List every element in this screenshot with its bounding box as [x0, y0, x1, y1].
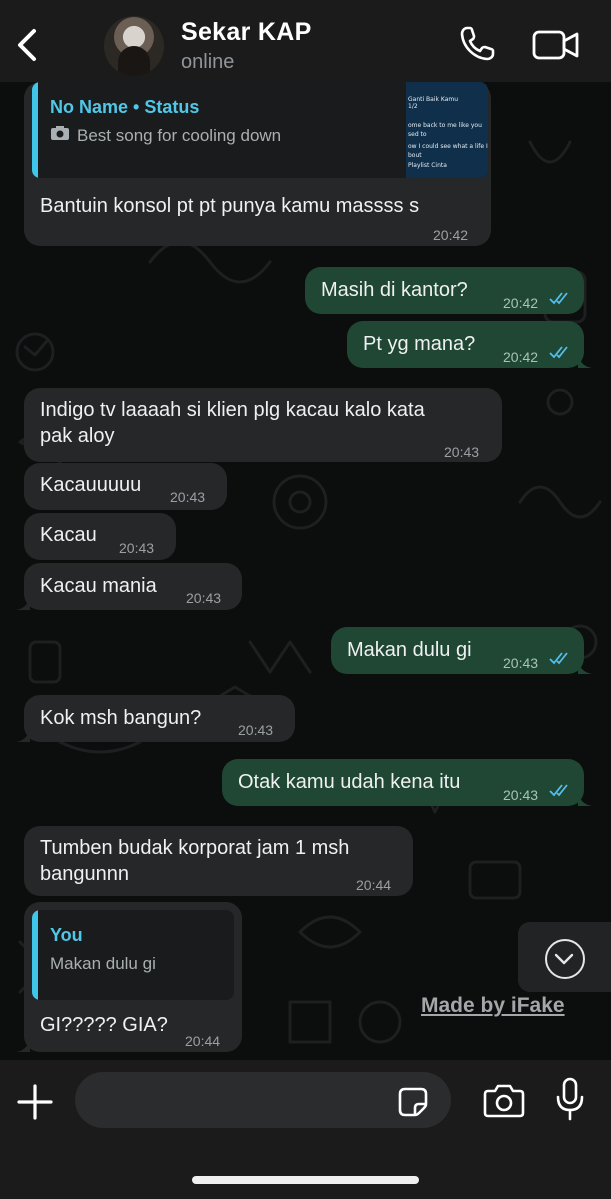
- chevron-down-icon: [554, 953, 574, 965]
- plus-icon[interactable]: [16, 1083, 54, 1121]
- message-text: bangunnn: [40, 863, 129, 885]
- bubble-tail: [578, 792, 592, 806]
- message-time: 20:42: [503, 349, 539, 365]
- watermark: Made by iFake: [421, 994, 565, 1017]
- chat-area[interactable]: No Name • Status Best song for cooling d…: [0, 82, 611, 1060]
- status-thumbnail: Ganti Baik Kamu 1/2 ome back to me like …: [406, 82, 488, 178]
- message-time: 20:43: [238, 722, 274, 738]
- read-receipt-icon: [549, 784, 568, 797]
- quote-text: Best song for cooling down: [77, 126, 282, 145]
- quote-author: No Name • Status: [50, 97, 200, 117]
- message-text: Pt yg mana?: [363, 333, 476, 355]
- bubble-tail: [16, 1038, 30, 1052]
- message-bubble-incoming[interactable]: Indigo tv laaaah si klien plg kacau kalo…: [24, 388, 502, 462]
- message-text: Masih di kantor?: [321, 279, 468, 301]
- bubble-tail: [578, 660, 592, 674]
- message-bubble-incoming[interactable]: No Name • Status Best song for cooling d…: [24, 82, 491, 246]
- message-bubble-outgoing[interactable]: Pt yg mana? 20:42: [347, 321, 584, 368]
- message-bubble-incoming[interactable]: You Makan dulu gi GI????? GIA? 20:44: [24, 902, 242, 1052]
- thumb-line: Playlist Cinta: [408, 162, 447, 169]
- message-text: Bantuin konsol pt pt punya kamu massss s: [40, 195, 420, 217]
- camera-icon[interactable]: [483, 1082, 525, 1118]
- message-text: Kacau: [40, 524, 97, 546]
- chat-header: Sekar KAP online: [0, 0, 611, 82]
- sticker-icon[interactable]: [397, 1086, 429, 1118]
- message-bubble-incoming[interactable]: Kacau 20:43: [24, 513, 176, 560]
- quote-accent-bar: [32, 82, 38, 178]
- message-text: Otak kamu udah kena itu: [238, 771, 461, 793]
- message-text: Indigo tv laaaah si klien plg kacau kalo…: [40, 399, 425, 421]
- message-text: Kok msh bangun?: [40, 707, 202, 729]
- home-indicator: [192, 1176, 419, 1184]
- chevron-left-icon[interactable]: [12, 27, 42, 63]
- video-camera-icon[interactable]: [532, 28, 580, 62]
- reply-quote[interactable]: No Name • Status Best song for cooling d…: [32, 82, 488, 178]
- message-time: 20:42: [503, 295, 539, 311]
- microphone-icon[interactable]: [554, 1077, 586, 1121]
- quote-author: You: [50, 925, 83, 945]
- camera-small-icon: [51, 126, 69, 140]
- scroll-to-bottom-button[interactable]: [518, 922, 611, 992]
- message-time: 20:43: [170, 489, 206, 505]
- message-bubble-incoming[interactable]: Kacau mania 20:43: [24, 563, 242, 610]
- contact-status: online: [181, 51, 235, 73]
- message-text: GI????? GIA?: [40, 1014, 168, 1036]
- message-bubble-incoming[interactable]: Kok msh bangun? 20:43: [24, 695, 295, 742]
- message-bubble-outgoing[interactable]: Makan dulu gi 20:43: [331, 627, 584, 674]
- message-text: Tumben budak korporat jam 1 msh: [40, 837, 350, 859]
- message-text: Kacau mania: [40, 575, 157, 597]
- message-text: pak aloy: [40, 425, 115, 447]
- reply-quote[interactable]: You Makan dulu gi: [32, 910, 234, 1000]
- message-time: 20:43: [503, 787, 539, 803]
- message-time: 20:44: [185, 1033, 221, 1049]
- avatar[interactable]: [104, 16, 164, 76]
- bubble-tail: [16, 728, 30, 742]
- read-receipt-icon: [549, 292, 568, 305]
- message-text: Kacauuuuu: [40, 474, 142, 496]
- message-text: Makan dulu gi: [347, 639, 472, 661]
- quote-accent-bar: [32, 910, 38, 1000]
- message-time: 20:43: [444, 444, 480, 460]
- phone-icon[interactable]: [458, 25, 496, 63]
- message-input[interactable]: [75, 1072, 451, 1128]
- message-time: 20:42: [433, 227, 469, 243]
- contact-name[interactable]: Sekar KAP: [181, 18, 312, 47]
- message-time: 20:44: [356, 877, 392, 893]
- message-time: 20:43: [186, 590, 222, 606]
- read-receipt-icon: [549, 652, 568, 665]
- message-bubble-incoming[interactable]: Tumben budak korporat jam 1 msh bangunnn…: [24, 826, 413, 896]
- quote-text: Makan dulu gi: [50, 954, 156, 973]
- message-time: 20:43: [503, 655, 539, 671]
- message-bubble-outgoing[interactable]: Masih di kantor? 20:42: [305, 267, 584, 314]
- bubble-tail: [578, 354, 592, 368]
- message-composer: [0, 1060, 611, 1199]
- message-time: 20:43: [119, 540, 155, 556]
- message-bubble-incoming[interactable]: Kacauuuuu 20:43: [24, 463, 227, 510]
- message-bubble-outgoing[interactable]: Otak kamu udah kena itu 20:43: [222, 759, 584, 806]
- bubble-tail: [16, 596, 30, 610]
- read-receipt-icon: [549, 346, 568, 359]
